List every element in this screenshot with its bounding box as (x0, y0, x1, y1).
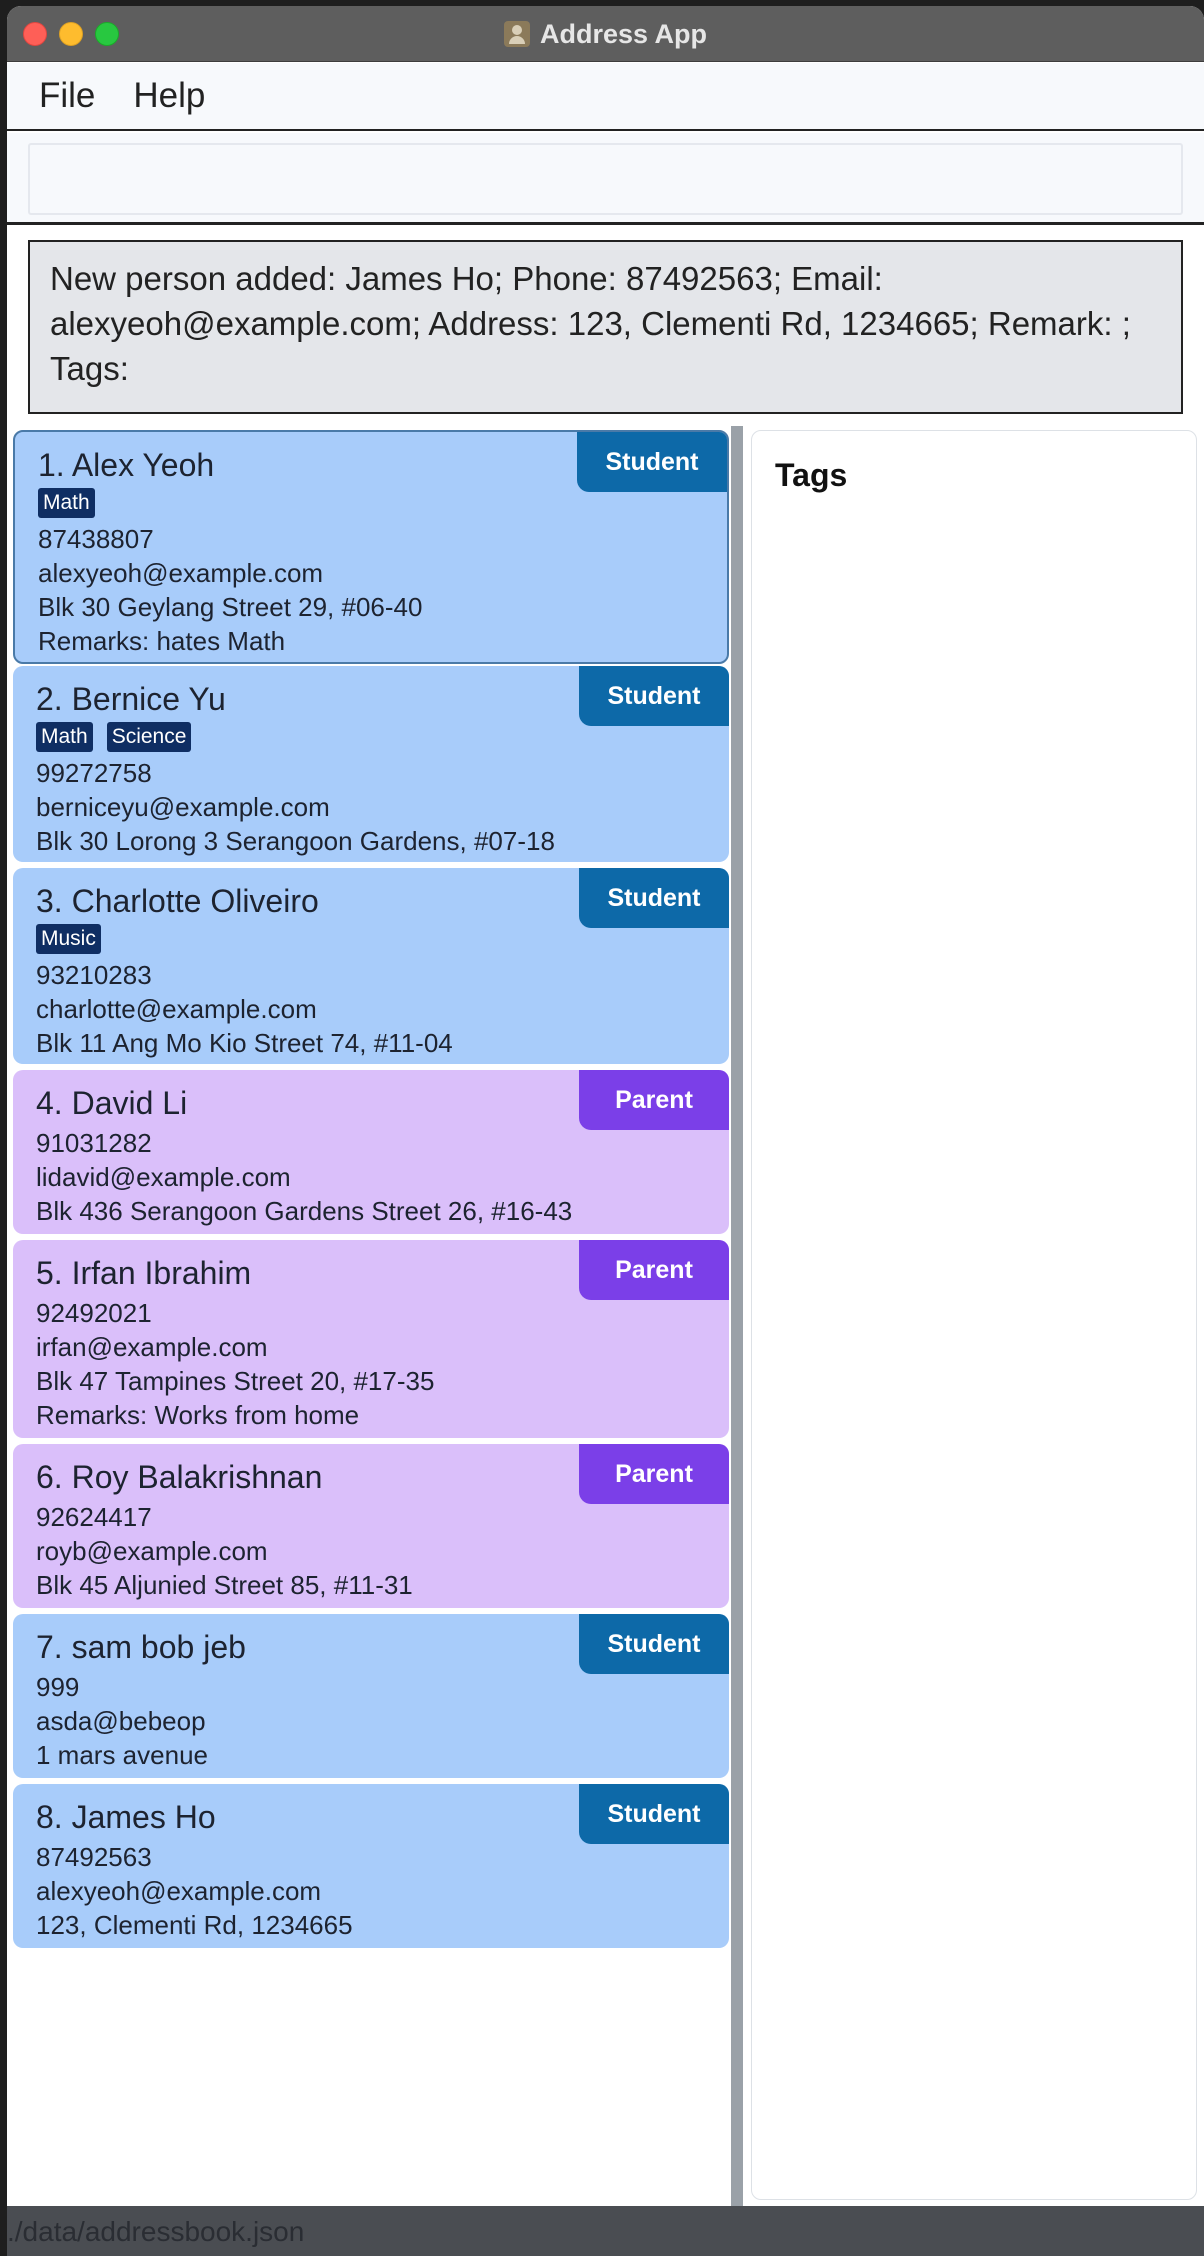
role-badge: Student (579, 666, 729, 726)
command-input[interactable] (28, 143, 1183, 215)
person-address: Blk 47 Tampines Street 20, #17-35 (36, 1366, 435, 1396)
person-phone: 99272758 (36, 758, 152, 788)
person-card[interactable]: 7. sam bob jeb 999 asda@bebeop 1 mars av… (13, 1614, 729, 1778)
person-address: Blk 30 Geylang Street 29, #06-40 (38, 592, 423, 622)
person-email: royb@example.com (36, 1536, 268, 1566)
tag-row: Music (36, 924, 729, 954)
person-phone: 91031282 (36, 1128, 152, 1158)
tags-panel: Tags (745, 426, 1204, 2206)
status-bar: ./data/addressbook.json (7, 2206, 1204, 2256)
person-address: 123, Clementi Rd, 1234665 (36, 1910, 353, 1940)
role-badge: Student (579, 1614, 729, 1674)
result-display: New person added: James Ho; Phone: 87492… (28, 240, 1183, 414)
role-badge: Student (579, 868, 729, 928)
role-badge: Parent (579, 1240, 729, 1300)
tag-row: Math (38, 488, 727, 518)
person-email: lidavid@example.com (36, 1162, 291, 1192)
role-badge: Parent (579, 1444, 729, 1504)
file-path: ./data/addressbook.json (7, 2216, 305, 2247)
person-card[interactable]: 2. Bernice Yu Math Science 99272758 bern… (13, 666, 729, 862)
window-title: Address App (539, 18, 708, 49)
person-phone: 87492563 (36, 1842, 152, 1872)
menu-file[interactable]: File (39, 76, 95, 116)
role-badge: Parent (579, 1070, 729, 1130)
person-address: Blk 30 Lorong 3 Serangoon Gardens, #07-1… (36, 826, 555, 856)
person-email: irfan@example.com (36, 1332, 268, 1362)
person-card[interactable]: 4. David Li 91031282 lidavid@example.com… (13, 1070, 729, 1234)
person-email: asda@bebeop (36, 1706, 206, 1736)
person-phone: 92492021 (36, 1298, 152, 1328)
tag-chip: Math (36, 722, 93, 752)
person-remark: Remarks: Works from home (36, 1400, 360, 1430)
person-phone: 93210283 (36, 960, 152, 990)
tag-chip: Math (38, 488, 95, 518)
person-address: Blk 45 Aljunied Street 85, #11-31 (36, 1570, 413, 1600)
person-email: alexyeoh@example.com (38, 558, 324, 588)
person-email: alexyeoh@example.com (36, 1876, 322, 1906)
split-pane-divider[interactable] (731, 426, 743, 2206)
tag-row: Math Science (36, 722, 729, 752)
person-email: berniceyu@example.com (36, 792, 330, 822)
person-phone: 999 (36, 1672, 80, 1702)
app-window: Address App File Help New person added: … (7, 6, 1204, 2256)
role-badge: Student (577, 432, 727, 492)
result-area: New person added: James Ho; Phone: 87492… (7, 228, 1204, 426)
person-address: Blk 436 Serangoon Gardens Street 26, #16… (36, 1196, 573, 1226)
person-card[interactable]: 5. Irfan Ibrahim 92492021 irfan@example.… (13, 1240, 729, 1438)
menu-help[interactable]: Help (133, 76, 205, 116)
menu-bar: File Help (7, 63, 1204, 131)
person-remark: Remarks: hates Math (38, 626, 286, 656)
person-list[interactable]: 1. Alex Yeoh Math 87438807 alexyeoh@exam… (7, 426, 729, 2206)
tags-title: Tags (775, 457, 848, 493)
command-area (7, 133, 1204, 225)
person-card[interactable]: 1. Alex Yeoh Math 87438807 alexyeoh@exam… (13, 430, 729, 664)
role-badge: Student (579, 1784, 729, 1844)
title-bar: Address App (7, 6, 1204, 62)
tag-chip: Science (106, 722, 192, 752)
address-book-icon (503, 21, 530, 47)
person-phone: 92624417 (36, 1502, 152, 1532)
person-card[interactable]: 3. Charlotte Oliveiro Music 93210283 cha… (13, 868, 729, 1064)
person-card[interactable]: 8. James Ho 87492563 alexyeoh@example.co… (13, 1784, 729, 1948)
tags-box: Tags (751, 430, 1197, 2200)
person-phone: 87438807 (38, 524, 154, 554)
person-email: charlotte@example.com (36, 994, 317, 1024)
person-address: 1 mars avenue (36, 1740, 208, 1770)
tag-chip: Music (36, 924, 101, 954)
person-card[interactable]: 6. Roy Balakrishnan 92624417 royb@exampl… (13, 1444, 729, 1608)
person-address: Blk 11 Ang Mo Kio Street 74, #11-04 (36, 1028, 453, 1058)
